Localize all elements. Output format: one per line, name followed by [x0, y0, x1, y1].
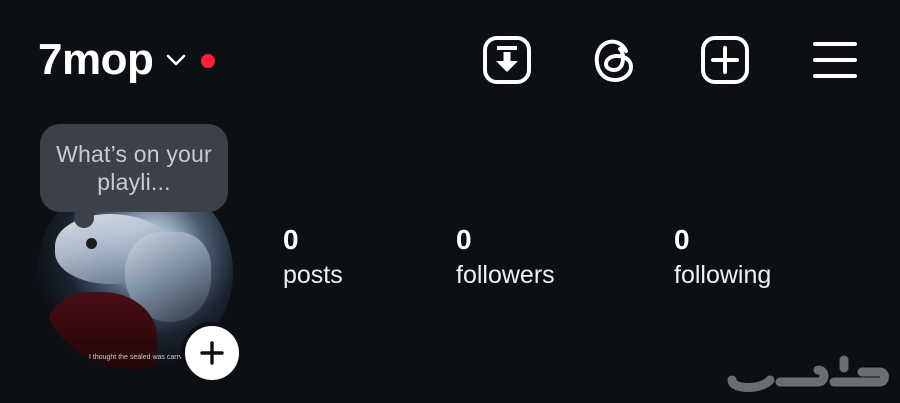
posts-label: posts: [283, 261, 343, 289]
plus-square-icon: [701, 36, 749, 84]
plus-icon: [200, 341, 224, 365]
create-button[interactable]: [697, 32, 753, 88]
threads-button[interactable]: [587, 32, 643, 88]
followers-label: followers: [456, 261, 555, 289]
account-switcher[interactable]: 7mop: [38, 34, 216, 86]
threads-icon: [594, 39, 633, 82]
stat-followers[interactable]: 0 followers: [456, 222, 555, 292]
add-story-button[interactable]: [181, 322, 243, 384]
menu-button[interactable]: [807, 32, 863, 88]
profile-header: 7mop: [0, 0, 900, 120]
following-count: 0: [674, 224, 690, 255]
stat-following[interactable]: 0 following: [674, 222, 771, 292]
notification-dot: [201, 54, 216, 68]
download-box-icon: [483, 36, 531, 84]
posts-count: 0: [283, 224, 299, 255]
note-bubble-tail-dot: [86, 238, 97, 249]
followers-count: 0: [456, 224, 472, 255]
avatar-caption: I thought the sealed was carry: [89, 354, 183, 361]
download-button[interactable]: [479, 32, 535, 88]
chevron-down-icon: [165, 49, 187, 71]
hamburger-menu-icon: [813, 42, 857, 78]
following-label: following: [674, 261, 772, 289]
note-bubble[interactable]: What’s on your playli...: [40, 124, 228, 212]
haraj-logo: [727, 355, 889, 392]
username: 7mop: [38, 35, 154, 84]
haraj-watermark: [722, 352, 890, 396]
stat-posts[interactable]: 0 posts: [283, 222, 343, 292]
note-text: What’s on your playli...: [56, 141, 212, 195]
